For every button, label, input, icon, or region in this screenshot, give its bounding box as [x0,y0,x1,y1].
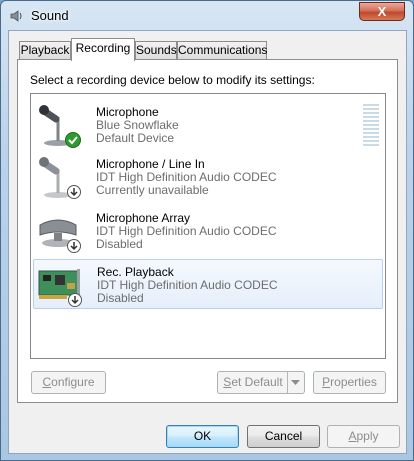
device-driver: IDT High Definition Audio CODEC [96,224,277,238]
close-button[interactable]: X [359,2,405,21]
apply-mnemonic: A [348,429,357,443]
speaker-icon [10,10,22,22]
cancel-button[interactable]: Cancel [247,425,320,448]
device-name: Microphone [96,105,159,119]
device-status: Default Device [96,131,175,145]
properties-mnemonic: P [322,375,331,389]
down-arrow-icon [67,185,81,199]
set-default-dropdown[interactable] [287,372,304,393]
set-default-split-button[interactable]: Set Default [217,371,305,394]
sound-dialog-window: Sound X Playback Recording Sounds Commun… [0,0,414,461]
tab-sounds[interactable]: Sounds [135,41,177,59]
title-bar[interactable]: Sound X [1,1,413,31]
apply-button[interactable]: Apply [327,425,400,448]
level-meter [363,104,379,146]
properties-button[interactable]: Properties [313,371,386,394]
list-item-microphone-array[interactable]: Microphone Array IDT High Definition Aud… [33,206,383,256]
device-name: Rec. Playback [97,265,174,279]
device-name: Microphone / Line In [96,157,205,171]
down-arrow-icon [67,239,81,253]
dialog-client-area: Playback Recording Sounds Communications… [8,30,407,454]
instruction-text: Select a recording device below to modif… [30,73,315,87]
configure-button[interactable]: Configure [31,371,106,394]
tab-recording[interactable]: Recording [71,38,135,61]
configure-label-rest: onfigure [51,375,95,389]
device-driver: IDT High Definition Audio CODEC [96,170,277,184]
close-icon: X [377,4,387,19]
tab-communications[interactable]: Communications [177,41,267,59]
device-driver: IDT High Definition Audio CODEC [97,278,278,292]
recording-device-list[interactable]: Microphone Blue Snowflake Default Device [30,93,386,359]
window-title: Sound [31,8,69,23]
device-status: Disabled [96,237,143,251]
device-status: Currently unavailable [96,183,209,197]
down-arrow-icon [68,293,82,307]
recording-tab-panel: Select a recording device below to modif… [17,59,398,403]
set-default-label-rest: et Default [231,375,283,389]
apply-label-rest: pply [356,429,379,443]
device-driver: Blue Snowflake [96,118,179,132]
tab-playback[interactable]: Playback [19,41,71,59]
configure-mnemonic: C [42,375,52,389]
default-check-icon [65,132,81,148]
properties-label-rest: roperties [330,375,377,389]
ok-button[interactable]: OK [166,425,239,448]
device-name: Microphone Array [96,211,191,225]
list-item-microphone[interactable]: Microphone Blue Snowflake Default Device [33,100,383,150]
list-item-microphone-line-in[interactable]: Microphone / Line In IDT High Definition… [33,152,383,202]
chevron-down-icon [291,380,300,385]
list-item-rec-playback[interactable]: Rec. Playback IDT High Definition Audio … [33,259,383,309]
device-status: Disabled [97,291,144,305]
